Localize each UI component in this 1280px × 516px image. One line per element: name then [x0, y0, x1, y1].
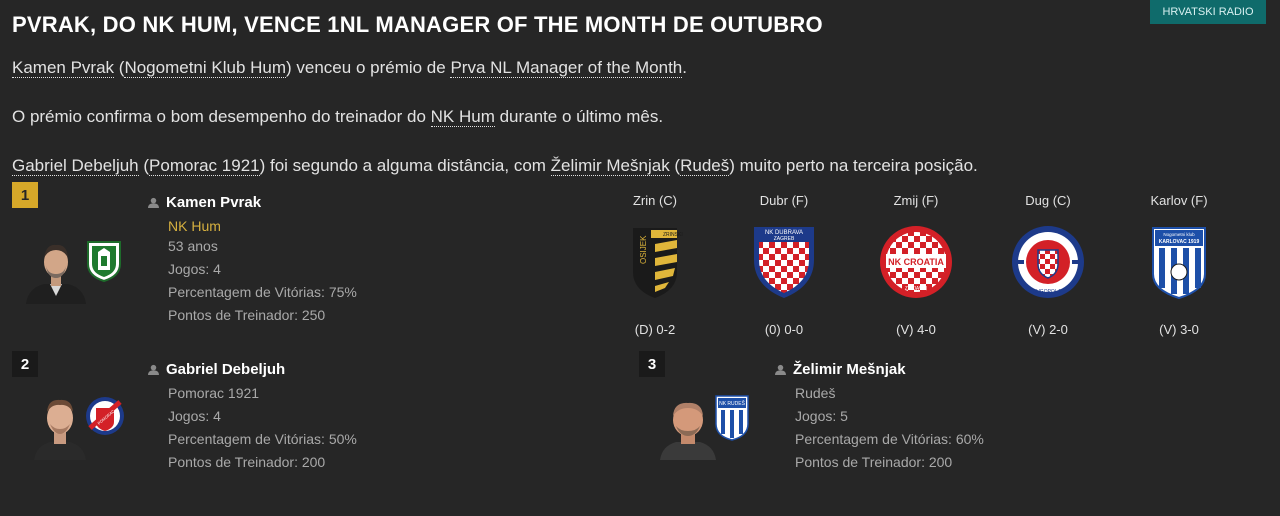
second-club[interactable]: Pomorac 1921: [168, 385, 357, 401]
nk-karlovac-1919-crest-icon[interactable]: Nogometni klub KARLOVAC 1919: [1139, 222, 1219, 302]
fixture-3: Zmij (F) NK CROATIA ZMIJAVCI (V) 4-0: [861, 193, 971, 337]
link-third-manager[interactable]: Želimir Mešnjak: [550, 156, 670, 176]
fixture-result: (0) 0-0: [764, 322, 804, 337]
nk-croatia-zmijavci-crest-icon[interactable]: NK CROATIA ZMIJAVCI: [876, 222, 956, 302]
third-win-percentage: Percentagem de Vitórias: 60%: [795, 431, 984, 447]
fixture-opponent: Karlov (F): [1150, 193, 1208, 208]
crest-text: NK CROATIA: [888, 257, 944, 267]
third-info: Želimir Mešnjak Rudeš Jogos: 5 Percentag…: [775, 361, 984, 470]
crest-text: ZMIJAVCI: [905, 286, 927, 292]
crest-text: DUGOPOLJE: [1033, 289, 1065, 295]
fixture-opponent: Zmij (F): [893, 193, 939, 208]
fixture-result: (V) 4-0: [896, 322, 936, 337]
fixture-1: Zrin (C) OSIJEK ZRINSKI (D) 0-2: [600, 193, 710, 337]
avatar-second[interactable]: [28, 394, 92, 460]
text-segment: (: [138, 156, 150, 175]
text-segment: (: [669, 156, 681, 175]
second-games: Jogos: 4: [168, 408, 221, 424]
fixture-result: (V) 3-0: [1159, 322, 1199, 337]
fixture-2: Dubr (F) NK DUBRAVA ZAGREB (0) 0-0: [729, 193, 839, 337]
dugopolje-crest-icon[interactable]: DUGOPOLJE: [1008, 222, 1088, 302]
winner-win-percentage: Percentagem de Vitórias: 75%: [168, 284, 357, 300]
third-name[interactable]: Želimir Mešnjak: [793, 361, 906, 378]
avatar-winner[interactable]: [24, 238, 88, 304]
fixture-result: (D) 0-2: [634, 322, 676, 337]
zrinjski-osijek-crest-icon[interactable]: OSIJEK ZRINSKI: [615, 222, 695, 302]
winner-manager-points: Pontos de Treinador: 250: [168, 307, 326, 323]
winner-info: Kamen Pvrak NK Hum 53 anos Jogos: 4 Perc…: [148, 194, 357, 323]
link-winner-club[interactable]: Nogometni Klub Hum: [124, 58, 287, 78]
fixture-opponent: Dubr (F): [759, 193, 809, 208]
paragraph-performance: O prémio confirma o bom desempenho do tr…: [12, 107, 663, 127]
crest-text: Nogometni klub: [1163, 232, 1195, 237]
source-badge: HRVATSKI RADIO: [1150, 0, 1266, 24]
paragraph-award: Kamen Pvrak (Nogometni Klub Hum) venceu …: [12, 58, 687, 78]
winner-club[interactable]: NK Hum: [168, 218, 357, 234]
fixture-result: (V) 2-0: [1028, 322, 1068, 337]
pomorac-1921-crest-icon[interactable]: POMORAC: [84, 394, 126, 445]
news-article: PVRAK, DO NK HUM, VENCE 1NL MANAGER OF T…: [0, 0, 1280, 516]
text-segment: ) muito perto na terceira posição.: [729, 156, 978, 175]
person-icon: [775, 364, 786, 375]
winner-age: 53 anos: [168, 238, 218, 254]
crest-text: ZRINSKI: [663, 232, 683, 238]
nk-rudes-crest-icon[interactable]: NK RUDEŠ: [714, 394, 750, 447]
fixture-opponent: Dug (C): [1025, 193, 1071, 208]
rank-badge-first: 1: [12, 182, 38, 208]
text-segment: ) foi segundo a alguma distância, com: [259, 156, 551, 175]
third-club[interactable]: Rudeš: [795, 385, 984, 401]
nk-dubrava-zagreb-crest-icon[interactable]: NK DUBRAVA ZAGREB: [744, 222, 824, 302]
text-segment: durante o último mês.: [494, 107, 664, 126]
crest-text: ZAGREB: [774, 236, 795, 242]
fixture-4: Dug (C) DUGOPOLJE (V) 2-0: [993, 193, 1103, 337]
article-headline: PVRAK, DO NK HUM, VENCE 1NL MANAGER OF T…: [12, 12, 823, 37]
third-manager-points: Pontos de Treinador: 200: [795, 454, 953, 470]
third-games: Jogos: 5: [795, 408, 848, 424]
link-third-club[interactable]: Rudeš: [680, 156, 730, 176]
link-winner-manager[interactable]: Kamen Pvrak: [12, 58, 115, 78]
person-icon: [148, 364, 159, 375]
crest-text: NK RUDEŠ: [719, 400, 746, 407]
rank-badge-second: 2: [12, 351, 38, 377]
second-info: Gabriel Debeljuh Pomorac 1921 Jogos: 4 P…: [148, 361, 357, 470]
nk-hum-crest-icon[interactable]: [86, 240, 122, 287]
fixture-5: Karlov (F) Nogometni klub KARLOVAC 1919 …: [1124, 193, 1234, 337]
second-name[interactable]: Gabriel Debeljuh: [166, 361, 285, 378]
text-segment: .: [682, 58, 687, 77]
second-win-percentage: Percentagem de Vitórias: 50%: [168, 431, 357, 447]
link-second-club[interactable]: Pomorac 1921: [149, 156, 260, 176]
winner-games: Jogos: 4: [168, 261, 221, 277]
rank-badge-third: 3: [639, 351, 665, 377]
link-second-manager[interactable]: Gabriel Debeljuh: [12, 156, 139, 176]
text-segment: O prémio confirma o bom desempenho do tr…: [12, 107, 431, 126]
second-manager-points: Pontos de Treinador: 200: [168, 454, 326, 470]
text-segment: ) venceu o prémio de: [286, 58, 451, 77]
text-segment: (: [114, 58, 125, 77]
link-award[interactable]: Prva NL Manager of the Month: [450, 58, 683, 78]
crest-text: KARLOVAC 1919: [1159, 239, 1200, 245]
person-icon: [148, 197, 159, 208]
crest-text: OSIJEK: [639, 235, 648, 264]
paragraph-runners-up: Gabriel Debeljuh (Pomorac 1921) foi segu…: [12, 156, 978, 176]
winner-name[interactable]: Kamen Pvrak: [166, 194, 261, 211]
link-nk-hum[interactable]: NK Hum: [430, 107, 495, 127]
fixture-opponent: Zrin (C): [632, 193, 678, 208]
avatar-third[interactable]: [656, 394, 720, 460]
